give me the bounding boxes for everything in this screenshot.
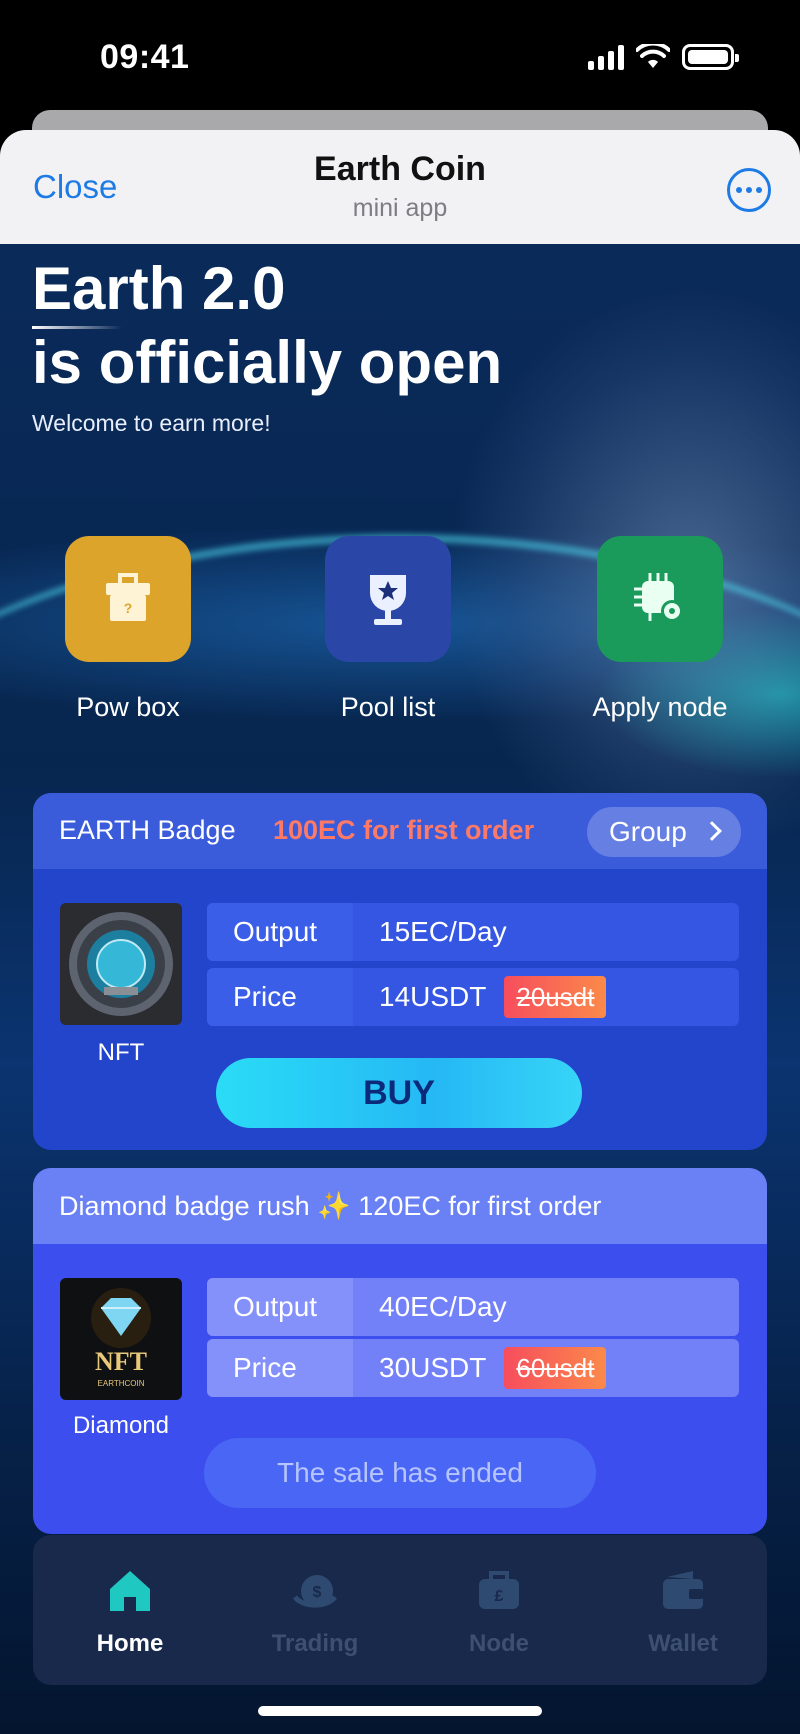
hero-title-line1: Earth 2.0 bbox=[32, 255, 286, 322]
tab-label: Wallet bbox=[648, 1630, 718, 1657]
price-value: 30USDT bbox=[379, 1352, 487, 1383]
action-label: Pool list bbox=[340, 692, 436, 722]
bottom-tab-bar: Home $ Trading £ Node Wallet bbox=[33, 1535, 767, 1685]
more-dots-icon bbox=[736, 187, 742, 193]
price-key: Price bbox=[207, 968, 353, 1026]
price-value: 14USDT bbox=[379, 981, 487, 1012]
output-value: 40EC/Day bbox=[379, 1291, 507, 1322]
diamond-badge-card: Diamond badge rush ✨ 120EC for first ord… bbox=[33, 1168, 767, 1534]
wifi-icon bbox=[636, 44, 670, 68]
card-title: EARTH Badge bbox=[59, 815, 236, 845]
nft-label: Diamond bbox=[72, 1412, 170, 1439]
action-pow-box[interactable]: ? Pow box bbox=[33, 536, 223, 723]
tab-trading[interactable]: $ Trading bbox=[240, 1567, 390, 1658]
old-price: 60usdt bbox=[504, 1347, 607, 1389]
tab-label: Trading bbox=[271, 1630, 359, 1657]
app-subtitle: mini app bbox=[352, 194, 448, 222]
briefcase-icon: £ bbox=[479, 1571, 519, 1609]
app-title: Earth Coin bbox=[314, 150, 486, 188]
output-key: Output bbox=[207, 1278, 353, 1336]
card-title: Diamond badge rush ✨ 120EC for first ord… bbox=[59, 1191, 602, 1221]
svg-text:NFT: NFT bbox=[95, 1347, 147, 1376]
status-time: 09:41 bbox=[100, 38, 190, 76]
group-button[interactable]: Group bbox=[587, 807, 741, 857]
battery-icon bbox=[682, 44, 739, 70]
chevron-right-icon bbox=[702, 821, 722, 841]
output-row: Output 40EC/Day bbox=[207, 1278, 739, 1336]
price-value-cell: 14USDT 20usdt bbox=[353, 968, 739, 1026]
tab-node[interactable]: £ Node bbox=[424, 1567, 574, 1658]
price-key: Price bbox=[207, 1339, 353, 1397]
svg-text:£: £ bbox=[495, 1588, 504, 1605]
gift-box-icon: ? bbox=[65, 536, 191, 662]
wallet-icon bbox=[663, 1571, 703, 1609]
diamond-nft-image: NFT EARTHCOIN bbox=[60, 1278, 182, 1400]
action-label: Pow box bbox=[76, 692, 180, 722]
trading-icon: $ bbox=[292, 1575, 338, 1608]
home-icon bbox=[110, 1571, 150, 1611]
group-label: Group bbox=[609, 816, 687, 847]
price-row: Price 14USDT 20usdt bbox=[207, 968, 739, 1026]
old-price: 20usdt bbox=[504, 976, 607, 1018]
earth-badge-card: EARTH Badge 100EC for first order Group … bbox=[33, 793, 767, 1150]
action-apply-node[interactable]: Apply node bbox=[565, 536, 755, 723]
chip-gear-icon bbox=[597, 536, 723, 662]
svg-text:EARTHCOIN: EARTHCOIN bbox=[98, 1379, 145, 1388]
action-pool-list[interactable]: Pool list bbox=[293, 536, 483, 723]
home-indicator[interactable] bbox=[258, 1706, 542, 1716]
svg-text:?: ? bbox=[124, 600, 133, 616]
output-row: Output 15EC/Day bbox=[207, 903, 739, 961]
hero-subtitle: Welcome to earn more! bbox=[32, 410, 271, 436]
card-promo: 100EC for first order bbox=[273, 815, 535, 845]
mini-app-header: Close Earth Coin mini app bbox=[0, 130, 800, 244]
tab-home[interactable]: Home bbox=[55, 1567, 205, 1658]
hero-title-line2: is officially open bbox=[32, 329, 503, 396]
tab-label: Node bbox=[469, 1630, 529, 1657]
cellular-signal-icon bbox=[588, 44, 624, 70]
sale-ended-button[interactable]: The sale has ended bbox=[204, 1438, 596, 1508]
nft-label: NFT bbox=[97, 1039, 145, 1066]
card-header: Diamond badge rush ✨ 120EC for first ord… bbox=[33, 1168, 767, 1244]
status-icons bbox=[588, 44, 739, 70]
tab-wallet[interactable]: Wallet bbox=[608, 1567, 758, 1658]
main-content[interactable]: Earth 2.0 is officially open Welcome to … bbox=[0, 244, 800, 1734]
output-key: Output bbox=[207, 903, 353, 961]
more-options-button[interactable] bbox=[727, 168, 771, 212]
card-header: EARTH Badge 100EC for first order Group bbox=[33, 793, 767, 869]
price-value-cell: 30USDT 60usdt bbox=[353, 1339, 739, 1397]
status-bar: 09:41 bbox=[0, 0, 800, 118]
price-row: Price 30USDT 60usdt bbox=[207, 1339, 739, 1397]
tab-label: Home bbox=[96, 1630, 164, 1657]
action-label: Apply node bbox=[592, 692, 728, 722]
output-value: 15EC/Day bbox=[379, 916, 507, 947]
nft-badge-image bbox=[60, 903, 182, 1025]
trophy-icon bbox=[325, 536, 451, 662]
svg-text:$: $ bbox=[313, 1584, 322, 1601]
buy-button[interactable]: BUY bbox=[216, 1058, 582, 1128]
